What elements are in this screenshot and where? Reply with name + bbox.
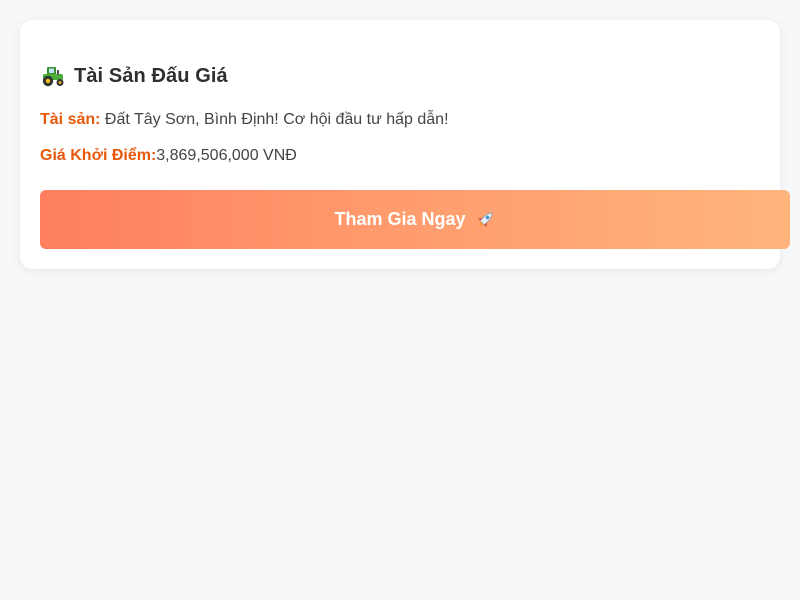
asset-label: Tài sản: [40, 111, 101, 128]
card-header: Tài Sản Đấu Giá [40, 64, 228, 88]
card-title: Tài Sản Đấu Giá [74, 64, 228, 87]
asset-line: Tài sản: Đất Tây Sơn, Bình Định! Cơ hội … [40, 111, 449, 129]
asset-value: Đất Tây Sơn, Bình Định! Cơ hội đầu tư hấ… [100, 111, 449, 128]
auction-card: Tài Sản Đấu Giá Tài sản: Đất Tây Sơn, Bì… [20, 20, 790, 269]
starting-price-line: Giá Khởi Điểm:3,869,506,000 VNĐ [40, 147, 297, 165]
tractor-icon [40, 65, 66, 87]
rocket-icon [474, 209, 496, 231]
starting-price-value: 3,869,506,000 VNĐ [156, 147, 297, 164]
join-now-label: Tham Gia Ngay [334, 209, 466, 229]
starting-price-label: Giá Khởi Điểm: [40, 147, 157, 164]
join-now-button[interactable]: Tham Gia Ngay [40, 190, 790, 249]
